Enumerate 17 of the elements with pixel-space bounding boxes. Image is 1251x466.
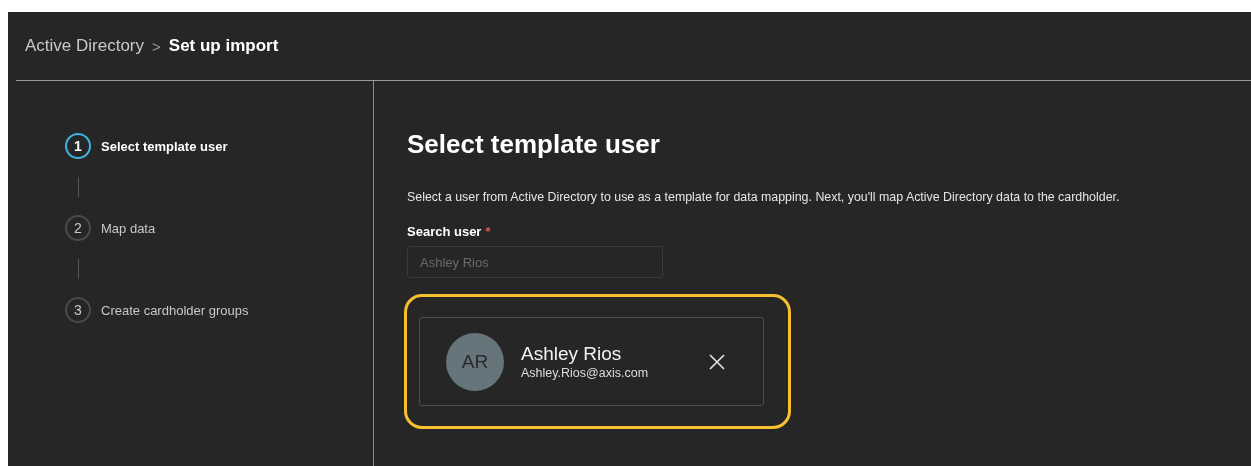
page-title: Set up import [168,36,279,56]
description: Select a user from Active Directory to use as a template for data mapping. Next, you'll map Active Directory data to the cardholder. [407,190,1121,204]
section-title: Select template user [407,129,661,160]
user-email: Ashley.Rios@axis.com [521,366,650,380]
breadcrumb-separator: > [152,37,161,55]
step-number: 3 [65,297,91,323]
step-label[interactable]: Map data [101,220,156,236]
step-label[interactable]: Select template user [101,138,228,154]
step-number: 1 [65,133,91,159]
user-name: Ashley Rios [521,343,623,365]
field-label: Search user * [407,224,492,239]
close-icon [707,351,727,372]
step-label[interactable]: Create cardholder groups [101,302,249,318]
breadcrumb-link[interactable]: Active Directory [25,36,145,56]
avatar: AR [446,332,504,391]
search-field[interactable]: Ashley Rios [407,246,663,278]
step-number: 2 [65,215,91,241]
